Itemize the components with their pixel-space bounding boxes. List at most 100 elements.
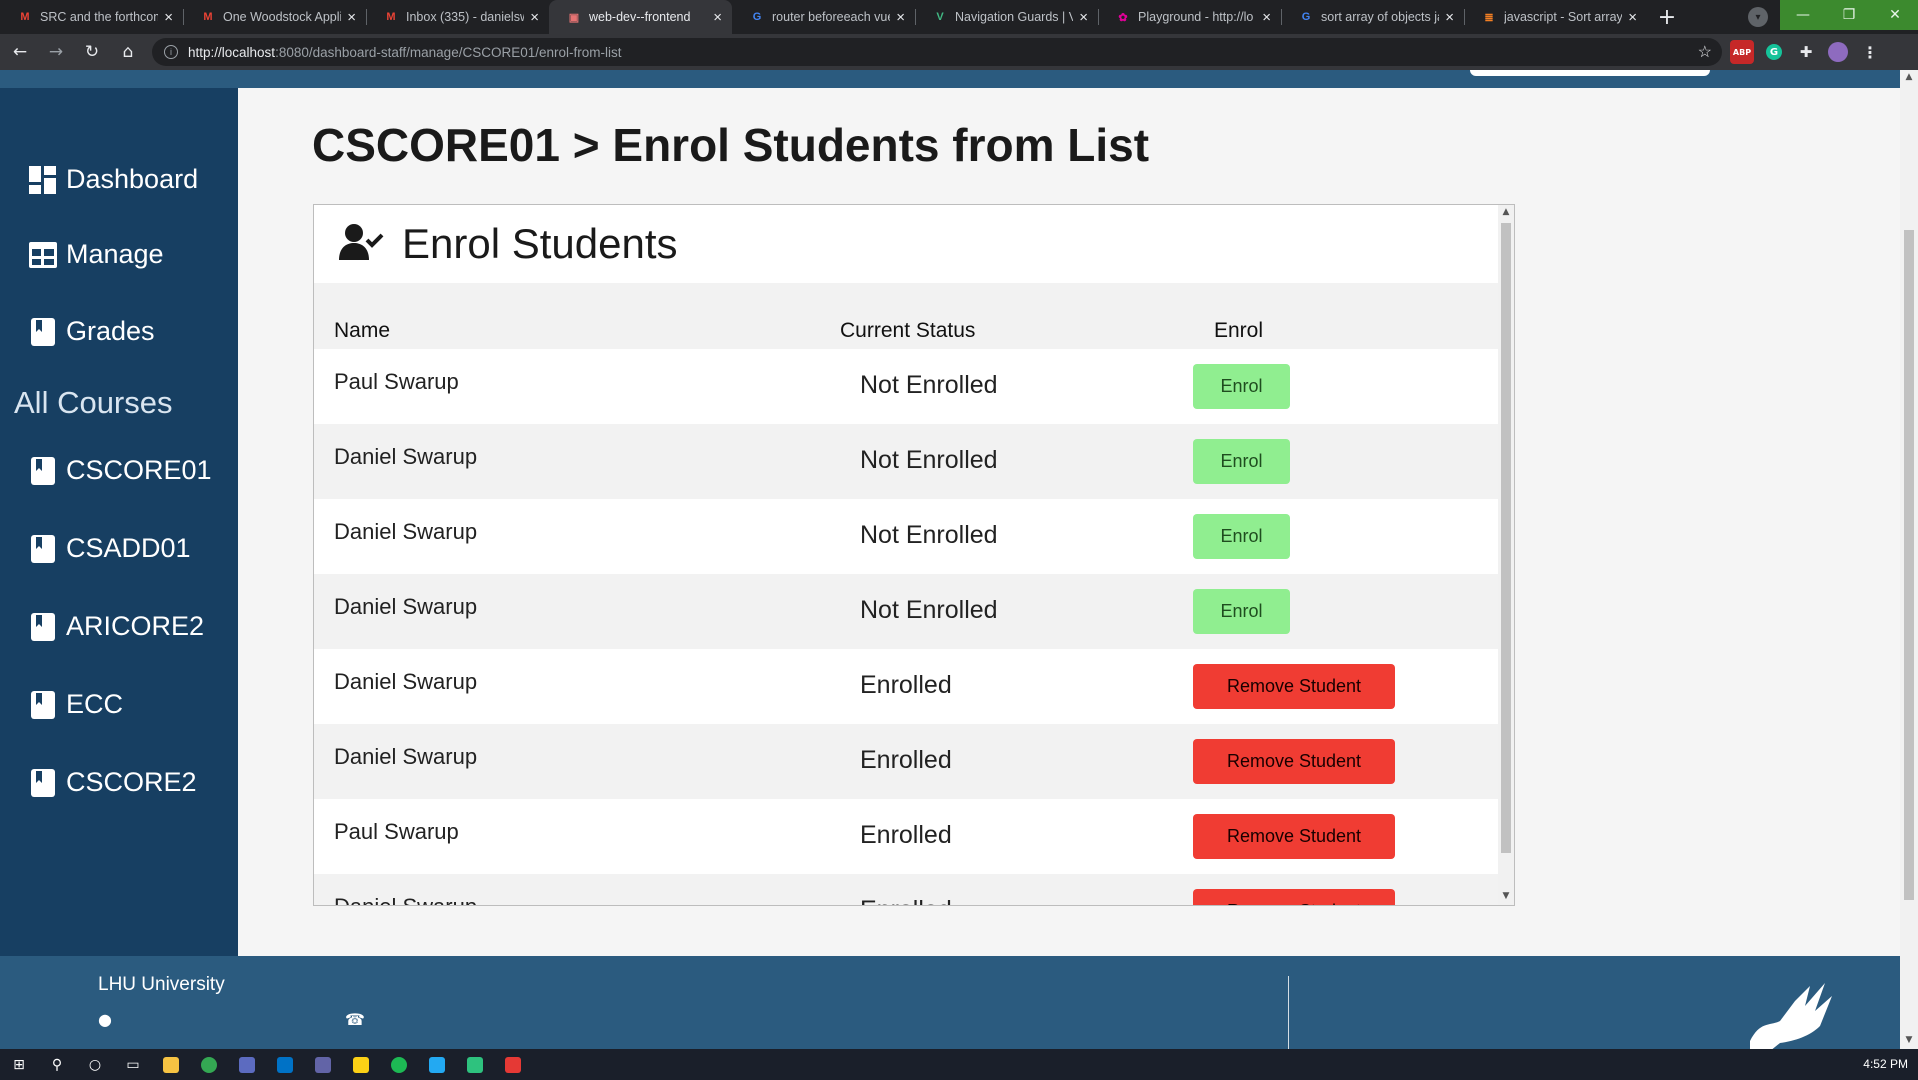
page-scrollbar-thumb[interactable] — [1904, 230, 1914, 900]
sticky-notes-icon[interactable] — [342, 1049, 380, 1080]
remove-student-button[interactable]: Remove Student — [1193, 814, 1395, 859]
enrol-button[interactable]: Enrol — [1193, 514, 1290, 559]
sidebar-item-dashboard[interactable]: Dashboard — [28, 164, 198, 195]
tab-title: Inbox (335) - danielsw — [406, 10, 525, 24]
sidebar-course-ecc[interactable]: ECC — [28, 689, 123, 720]
sidebar-course-label: ECC — [66, 689, 124, 719]
reload-icon[interactable]: ↻ — [76, 36, 108, 68]
address-bar[interactable]: i http://localhost:8080/dashboard-staff/… — [152, 38, 1722, 66]
tab-close-icon[interactable]: × — [1079, 9, 1088, 26]
sidebar-course-csadd01[interactable]: CSADD01 — [28, 533, 191, 564]
restore-button[interactable]: ❐ — [1826, 0, 1872, 30]
app-icon[interactable] — [456, 1049, 494, 1080]
scroll-up-arrow-icon[interactable]: ▲ — [1501, 207, 1511, 217]
enrol-button[interactable]: Enrol — [1193, 364, 1290, 409]
vscode-icon[interactable] — [418, 1049, 456, 1080]
sidebar-item-grades[interactable]: Grades — [28, 316, 155, 347]
chrome-icon[interactable] — [190, 1049, 228, 1080]
page-scroll-up-icon[interactable]: ▲ — [1904, 72, 1914, 82]
google-icon: G — [752, 11, 762, 23]
page-viewport: Dashboard Manage Grades All Courses CSCO… — [0, 70, 1918, 1049]
remove-student-button[interactable]: Remove Student — [1193, 889, 1395, 905]
table-row: Daniel Swarup Not Enrolled Enrol — [314, 574, 1498, 649]
scroll-down-arrow-icon[interactable]: ▼ — [1501, 891, 1511, 901]
site-info-icon[interactable]: i — [164, 45, 178, 59]
browser-tab[interactable]: Grouter beforeeach vue × — [732, 0, 915, 34]
sidebar-item-manage[interactable]: Manage — [28, 239, 164, 270]
footer-divider — [1288, 976, 1289, 1049]
browser-tab[interactable]: M SRC and the forthcom × — [0, 0, 183, 34]
browser-menu-icon[interactable]: ⋮ — [1858, 40, 1882, 64]
footer-university-name: LHU University — [98, 974, 225, 995]
calculator-icon[interactable] — [228, 1049, 266, 1080]
tab-close-icon[interactable]: × — [713, 9, 722, 26]
new-tab-icon[interactable]: + — [1647, 0, 1687, 34]
window-controls: — ❐ ✕ — [1780, 0, 1918, 30]
liver-bird-logo-icon — [1740, 981, 1835, 1049]
panel-scrollbar[interactable]: ▲ ▼ — [1498, 205, 1514, 905]
tab-title: router beforeeach vue — [772, 10, 891, 24]
student-name: Daniel Swarup — [334, 444, 478, 469]
remove-student-button[interactable]: Remove Student — [1193, 739, 1395, 784]
outlook-icon[interactable] — [266, 1049, 304, 1080]
back-icon[interactable]: ← — [4, 36, 36, 68]
user-check-icon — [338, 222, 384, 266]
home-icon[interactable]: ⌂ — [112, 36, 144, 68]
page-title: CSCORE01 > Enrol Students from List — [312, 119, 1150, 171]
spotify-icon[interactable] — [380, 1049, 418, 1080]
file-explorer-icon[interactable] — [152, 1049, 190, 1080]
student-name: Daniel Swarup — [334, 894, 477, 905]
tab-close-icon[interactable]: × — [530, 9, 539, 26]
location-icon: ● — [98, 1010, 112, 1029]
browser-tab[interactable]: Gsort array of objects ja × — [1281, 0, 1464, 34]
student-name: Daniel Swarup — [334, 594, 478, 619]
tab-close-icon[interactable]: × — [1262, 9, 1271, 26]
sidebar-course-aricore2[interactable]: ARICORE2 — [28, 611, 204, 642]
tab-close-icon[interactable]: × — [1445, 9, 1454, 26]
adblock-extension-icon[interactable]: ABP — [1730, 40, 1754, 64]
task-view-icon[interactable]: ▭ — [114, 1049, 152, 1080]
extensions-puzzle-icon[interactable]: ✚ — [1794, 40, 1818, 64]
browser-tab[interactable]: ≣ javascript - Sort array × — [1464, 0, 1647, 34]
forward-icon[interactable]: → — [40, 36, 72, 68]
browser-tab[interactable]: M One Woodstock Appli × — [183, 0, 366, 34]
grammarly-extension-icon[interactable]: G — [1762, 40, 1786, 64]
enrol-button[interactable]: Enrol — [1193, 439, 1290, 484]
acrobat-icon[interactable] — [494, 1049, 532, 1080]
browser-tab[interactable]: M Inbox (335) - danielsw × — [366, 0, 549, 34]
tab-search-icon[interactable]: ▾ — [1748, 7, 1768, 27]
close-window-button[interactable]: ✕ — [1872, 0, 1918, 30]
bookmark-star-icon[interactable]: ☆ — [1698, 42, 1712, 62]
table-header: Name Current Status Enrol — [314, 283, 1498, 349]
sidebar-course-label: CSADD01 — [66, 533, 191, 563]
table-row: Daniel Swarup Not Enrolled Enrol — [314, 424, 1498, 499]
enrol-button[interactable]: Enrol — [1193, 589, 1290, 634]
page-scrollbar[interactable]: ▲ ▼ — [1900, 70, 1918, 1049]
panel-scrollbar-thumb[interactable] — [1501, 223, 1511, 853]
cortana-icon[interactable]: ○ — [76, 1049, 114, 1080]
bookmark-icon — [28, 768, 58, 798]
enrolment-status: Enrolled — [860, 896, 952, 905]
browser-tab[interactable]: ✿ Playground - http://lo × — [1098, 0, 1281, 34]
minimize-button[interactable]: — — [1780, 0, 1826, 30]
tab-close-icon[interactable]: × — [896, 9, 905, 26]
enrolment-status: Enrolled — [860, 821, 952, 849]
bookmark-icon — [28, 317, 58, 347]
windows-start-icon[interactable]: ⊞ — [0, 1049, 38, 1080]
profile-avatar[interactable] — [1826, 40, 1850, 64]
browser-tab[interactable]: ▣ web-dev--frontend × — [549, 0, 732, 34]
enrolment-status: Not Enrolled — [860, 596, 998, 624]
gmail-icon: M — [203, 11, 213, 23]
remove-student-button[interactable]: Remove Student — [1193, 664, 1395, 709]
sidebar-item-label: Dashboard — [66, 164, 199, 194]
sidebar-course-cscore01[interactable]: CSCORE01 — [28, 455, 212, 486]
tab-close-icon[interactable]: × — [164, 9, 173, 26]
sidebar-course-cscore2[interactable]: CSCORE2 — [28, 767, 197, 798]
teams-icon[interactable] — [304, 1049, 342, 1080]
search-icon[interactable]: ⚲ — [38, 1049, 76, 1080]
page-scroll-down-icon[interactable]: ▼ — [1904, 1035, 1914, 1045]
tab-close-icon[interactable]: × — [347, 9, 356, 26]
playground-icon: ✿ — [1118, 11, 1128, 24]
browser-tab[interactable]: V Navigation Guards | Vu × — [915, 0, 1098, 34]
tab-close-icon[interactable]: × — [1628, 9, 1637, 26]
